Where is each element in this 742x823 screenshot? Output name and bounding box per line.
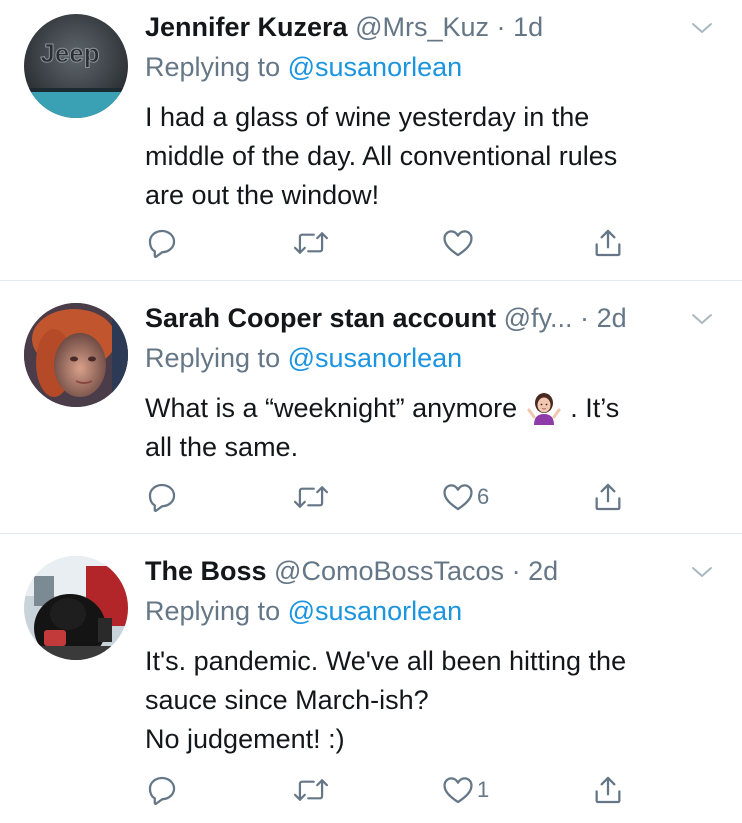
- avatar[interactable]: Jeep: [24, 14, 128, 118]
- heart-icon: [443, 230, 473, 257]
- share-icon: [595, 776, 621, 804]
- author-name[interactable]: Jennifer Kuzera: [145, 12, 348, 42]
- share-icon: [595, 483, 621, 511]
- mention-link[interactable]: @susanorlean: [288, 596, 463, 626]
- author-name[interactable]: Sarah Cooper stan account: [145, 303, 496, 333]
- tweet-actions: 1: [145, 770, 645, 810]
- like-button[interactable]: 6: [441, 477, 489, 517]
- body-line: What is a “weeknight” anymore . It’s: [145, 389, 725, 428]
- reply-button[interactable]: [145, 770, 179, 810]
- body-line: sauce since March-ish?: [145, 685, 429, 715]
- retweet-button[interactable]: [293, 477, 329, 517]
- heart-icon: [443, 484, 473, 511]
- separator-dot: ·: [511, 556, 521, 586]
- like-button[interactable]: [441, 223, 477, 263]
- tweet-header: Jennifer Kuzera @Mrs_Kuz · 1d: [145, 10, 543, 44]
- tweet-actions: [145, 223, 645, 263]
- share-button[interactable]: [591, 477, 625, 517]
- author-name[interactable]: The Boss: [145, 556, 267, 586]
- replying-to: Replying to @susanorlean: [145, 341, 462, 375]
- tweet-header: The Boss @ComoBossTacos · 2d: [145, 554, 558, 588]
- retweet-icon: [293, 486, 329, 508]
- author-handle[interactable]: @ComoBossTacos: [274, 556, 504, 586]
- reply-icon: [148, 776, 176, 806]
- separator-dot: ·: [496, 12, 506, 42]
- replying-to: Replying to @susanorlean: [145, 594, 462, 628]
- avatar-logo-text: Jeep: [40, 38, 99, 68]
- avatar[interactable]: [24, 556, 128, 660]
- author-handle[interactable]: @Mrs_Kuz: [355, 12, 489, 42]
- body-line: all the same.: [145, 432, 299, 462]
- reply-icon: [148, 229, 176, 259]
- retweet-button[interactable]: [293, 770, 329, 810]
- like-button[interactable]: 1: [441, 770, 489, 810]
- author-handle[interactable]: @fy...: [504, 303, 573, 333]
- share-button[interactable]: [591, 223, 625, 263]
- body-text-after-emoji: . It’s: [570, 393, 620, 423]
- reply-button[interactable]: [145, 223, 179, 263]
- tweet-header: Sarah Cooper stan account @fy... · 2d: [145, 301, 627, 335]
- body-line: No judgement! :): [145, 724, 345, 754]
- body-text-before-emoji: What is a “weeknight” anymore: [145, 393, 518, 423]
- tweet-2[interactable]: Sarah Cooper stan account @fy... · 2d Re…: [0, 281, 742, 533]
- like-count: 6: [477, 484, 490, 509]
- share-button[interactable]: [591, 770, 625, 810]
- chevron-down-icon[interactable]: [690, 560, 714, 584]
- mention-link[interactable]: @susanorlean: [288, 52, 463, 82]
- tweet-3[interactable]: The Boss @ComoBossTacos · 2d Replying to…: [0, 534, 742, 823]
- replying-prefix: Replying to: [145, 343, 281, 373]
- retweet-button[interactable]: [293, 223, 329, 263]
- separator-dot: ·: [580, 303, 590, 333]
- replying-prefix: Replying to: [145, 596, 281, 626]
- avatar[interactable]: [24, 303, 128, 407]
- timestamp[interactable]: 1d: [513, 12, 543, 42]
- tweet-actions: 6: [145, 477, 645, 517]
- tweet-1[interactable]: Jeep Jennifer Kuzera @Mrs_Kuz · 1d Reply…: [0, 0, 742, 280]
- tweet-body: What is a “weeknight” anymore . It’s all…: [145, 389, 725, 467]
- replying-to: Replying to @susanorlean: [145, 50, 462, 84]
- replying-prefix: Replying to: [145, 52, 281, 82]
- mention-link[interactable]: @susanorlean: [288, 343, 463, 373]
- tweet-body: I had a glass of wine yesterday in the m…: [145, 98, 725, 215]
- retweet-icon: [293, 779, 329, 801]
- chevron-down-icon[interactable]: [690, 16, 714, 40]
- timestamp[interactable]: 2d: [528, 556, 558, 586]
- tweet-body: It's. pandemic. We've all been hitting t…: [145, 642, 725, 759]
- heart-icon: [443, 777, 473, 804]
- body-line: are out the window!: [145, 180, 380, 210]
- like-count: 1: [477, 777, 490, 802]
- reply-icon: [148, 483, 176, 513]
- chevron-down-icon[interactable]: [690, 307, 714, 331]
- retweet-icon: [293, 232, 329, 254]
- body-line: middle of the day. All conventional rule…: [145, 141, 618, 171]
- body-line: It's. pandemic. We've all been hitting t…: [145, 646, 627, 676]
- person-shrugging-emoji: [527, 393, 561, 425]
- timestamp[interactable]: 2d: [597, 303, 627, 333]
- share-icon: [595, 229, 621, 257]
- reply-button[interactable]: [145, 477, 179, 517]
- body-line: I had a glass of wine yesterday in the: [145, 102, 590, 132]
